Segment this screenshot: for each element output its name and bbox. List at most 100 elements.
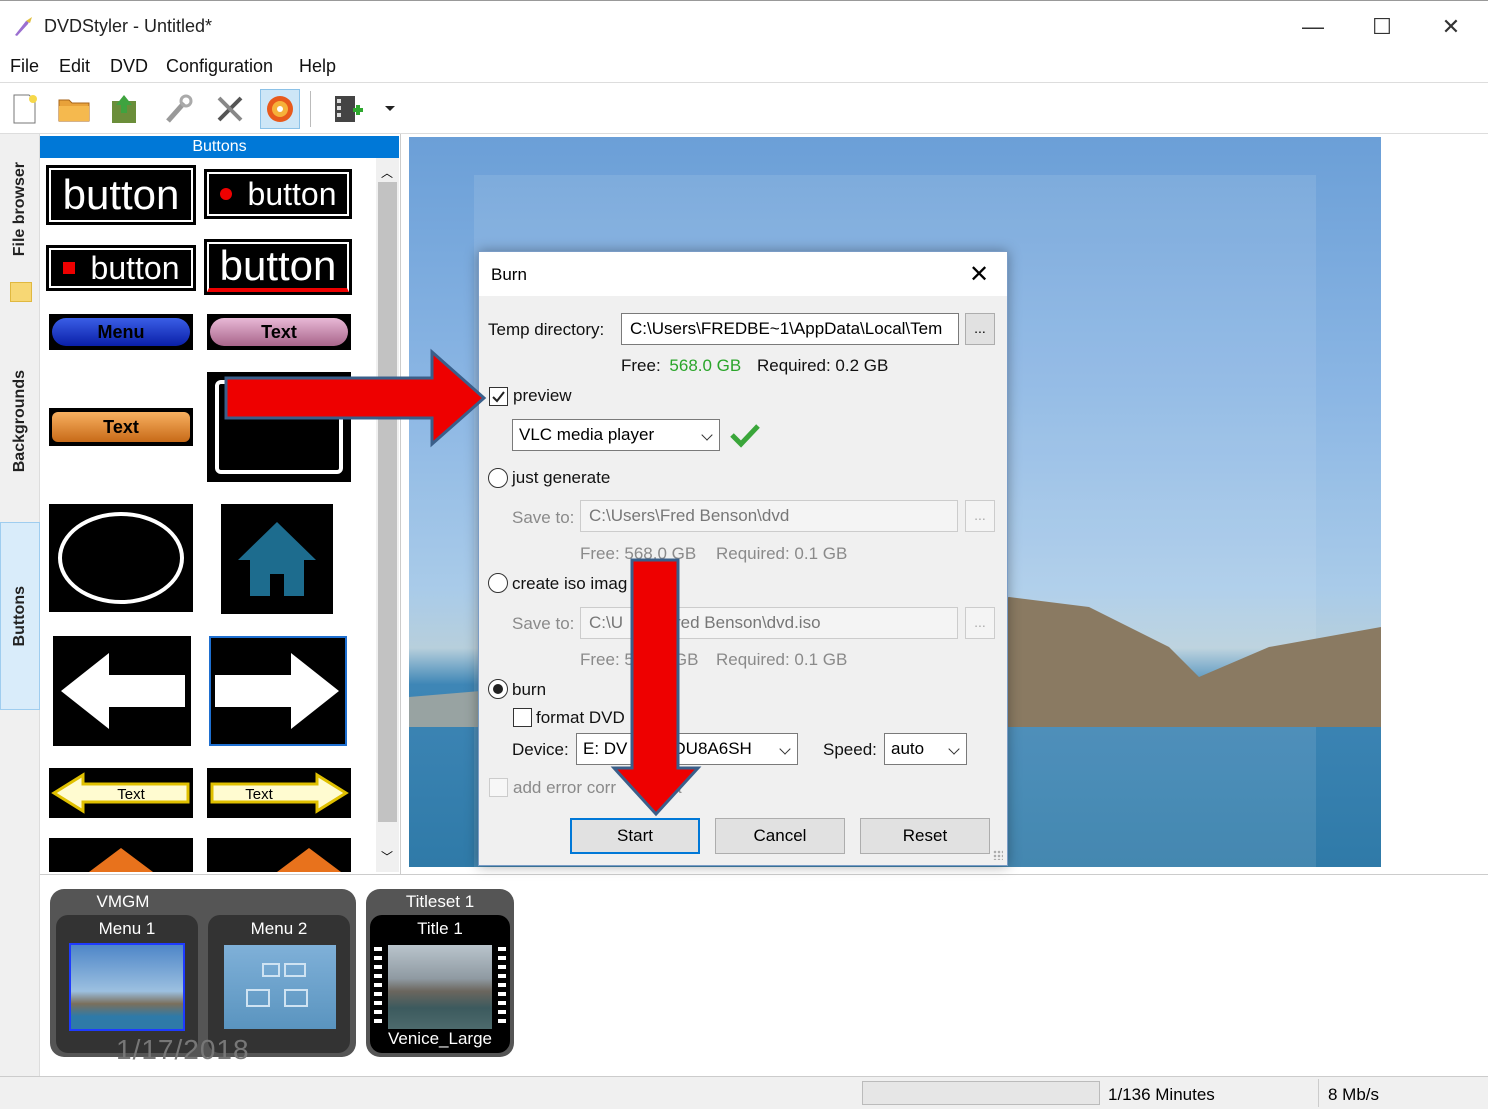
temp-directory-input[interactable]: C:\Users\FREDBE~1\AppData\Local\Tem	[621, 313, 959, 345]
create-iso-radio[interactable]	[488, 573, 508, 593]
grid-cell	[246, 989, 270, 1007]
orange-arrow-partial-2[interactable]	[207, 838, 351, 872]
titleset-1-group: Titleset 1 Title 1 Venice_Large	[366, 889, 514, 1057]
add-video-icon[interactable]	[328, 89, 368, 129]
preview-checkbox[interactable]	[489, 387, 508, 406]
burn-label: burn	[512, 680, 547, 699]
grid-cell	[284, 989, 308, 1007]
temp-directory-browse-button[interactable]: ...	[965, 313, 995, 345]
temp-free-space: Free: 568.0 GB	[621, 356, 741, 376]
button-sample-pink[interactable]: Text	[207, 314, 351, 350]
button-sample-orange-label: Text	[52, 412, 190, 442]
temp-required-space: Required: 0.2 GB	[757, 356, 889, 375]
format-dvd-checkbox[interactable]	[513, 708, 532, 727]
button-sample-menu-label: Menu	[52, 318, 190, 346]
check-ok-icon	[730, 424, 760, 448]
dvdstyler-app-icon	[15, 17, 32, 36]
minimize-button[interactable]: —	[1290, 9, 1336, 45]
generate-browse-button[interactable]: ...	[965, 500, 995, 532]
menu-1-thumbnail	[69, 943, 185, 1031]
tab-file-browser[interactable]: File browser	[0, 144, 40, 274]
tab-backgrounds[interactable]: Backgrounds	[0, 356, 40, 486]
new-file-icon[interactable]	[4, 89, 44, 129]
scroll-thumb[interactable]	[378, 182, 397, 822]
menu-2-card[interactable]: Menu 2	[208, 915, 350, 1053]
settings-icon[interactable]	[158, 89, 198, 129]
menu-help[interactable]: Help	[299, 56, 336, 77]
just-generate-radio[interactable]	[488, 468, 508, 488]
toolbar	[0, 82, 1488, 134]
close-window-button[interactable]: ✕	[1428, 9, 1474, 45]
dialog-title-bar: Burn ✕	[479, 252, 1007, 296]
menu-1-card[interactable]: Menu 1	[56, 915, 198, 1053]
error-correction-checkbox[interactable]	[489, 778, 508, 797]
menu-configuration[interactable]: Configuration	[166, 56, 273, 77]
generate-path-input[interactable]: C:\Users\Fred Benson\dvd	[580, 500, 958, 532]
right-arrow-annotation	[224, 348, 487, 448]
just-generate-label: just generate	[512, 468, 611, 487]
menu-edit[interactable]: Edit	[59, 56, 90, 77]
red-dot-icon	[219, 188, 232, 200]
button-sample[interactable]: button	[46, 165, 196, 225]
speed-select[interactable]: auto	[884, 733, 967, 765]
temp-directory-label: Temp directory:	[488, 320, 605, 339]
palette-scrollbar[interactable]: ︿ ﹀	[376, 158, 399, 872]
start-button[interactable]: Start	[570, 818, 700, 854]
minutes-status: 1/136 Minutes	[1108, 1085, 1215, 1104]
cancel-button[interactable]: Cancel	[715, 818, 845, 854]
status-bar: 1/136 Minutes 8 Mb/s	[0, 1076, 1488, 1109]
tab-buttons[interactable]: Buttons	[0, 522, 40, 710]
vmgm-group: VMGM Menu 1 Menu 2	[50, 889, 356, 1057]
title-1-label: Title 1	[417, 919, 463, 938]
status-divider	[1318, 1079, 1319, 1107]
dialog-close-button[interactable]: ✕	[969, 260, 989, 289]
vmgm-label: VMGM	[96, 892, 150, 911]
resize-grip-icon[interactable]	[993, 850, 1003, 860]
button-sample-square[interactable]: button	[46, 245, 196, 291]
burn-radio[interactable]	[488, 679, 508, 699]
title-1-card[interactable]: Title 1 Venice_Large	[370, 915, 510, 1053]
scroll-up-icon[interactable]: ︿	[381, 164, 393, 181]
orange-shape-2	[269, 848, 349, 872]
text-arrow-right[interactable]: Text	[207, 768, 351, 818]
checkmark-icon	[492, 391, 505, 403]
button-sample-orange[interactable]: Text	[49, 408, 193, 446]
menu-dvd[interactable]: DVD	[110, 56, 148, 77]
save-icon[interactable]	[104, 89, 144, 129]
toolbar-separator	[310, 91, 311, 127]
menu-2-thumbnail	[224, 945, 336, 1029]
dialog-title: Burn	[491, 265, 527, 284]
tools-icon[interactable]	[210, 89, 250, 129]
home-icon[interactable]	[221, 504, 333, 614]
button-sample-menu[interactable]: Menu	[49, 314, 193, 350]
arrow-right-icon[interactable]	[209, 636, 347, 746]
arrow-left-icon[interactable]	[53, 636, 191, 746]
titleset-manager: VMGM Menu 1 Menu 2 Titleset 1 Title 1 Ve…	[40, 874, 1488, 1076]
reset-button[interactable]: Reset	[860, 818, 990, 854]
buttons-palette: Buttons button button button button Menu…	[40, 136, 399, 872]
button-sample-dot[interactable]: button	[204, 169, 352, 219]
button-sample-ellipse[interactable]	[49, 504, 193, 612]
open-folder-icon[interactable]	[54, 89, 94, 129]
dropdown-arrow-icon[interactable]	[376, 89, 404, 129]
button-sample-pink-label: Text	[210, 318, 348, 346]
text-arrow-left[interactable]: Text	[49, 768, 193, 818]
iso-save-to-label: Save to:	[512, 614, 575, 633]
scroll-down-icon[interactable]: ﹀	[381, 848, 393, 865]
tab-backgrounds-label: Backgrounds	[11, 369, 28, 473]
generate-required-space: Required: 0.1 GB	[716, 544, 848, 563]
tab-file-browser-label: File browser	[11, 161, 28, 257]
title-1-filename: Venice_Large	[388, 1029, 492, 1048]
menu-1-label: Menu 1	[98, 919, 156, 938]
iso-browse-button[interactable]: ...	[965, 607, 995, 639]
maximize-button[interactable]: ☐	[1359, 9, 1405, 45]
player-select[interactable]: VLC media player	[512, 419, 720, 451]
burn-icon[interactable]	[260, 89, 300, 129]
free-label: Free:	[621, 356, 661, 375]
title-bar: DVDStyler - Untitled* — ☐ ✕	[0, 0, 1488, 52]
error-label-head: add error corr	[513, 778, 616, 797]
menu-file[interactable]: File	[10, 56, 39, 77]
iso-required-space: Required: 0.1 GB	[716, 650, 848, 669]
orange-arrow-partial[interactable]	[49, 838, 193, 872]
button-sample-underline[interactable]: button	[204, 239, 352, 295]
